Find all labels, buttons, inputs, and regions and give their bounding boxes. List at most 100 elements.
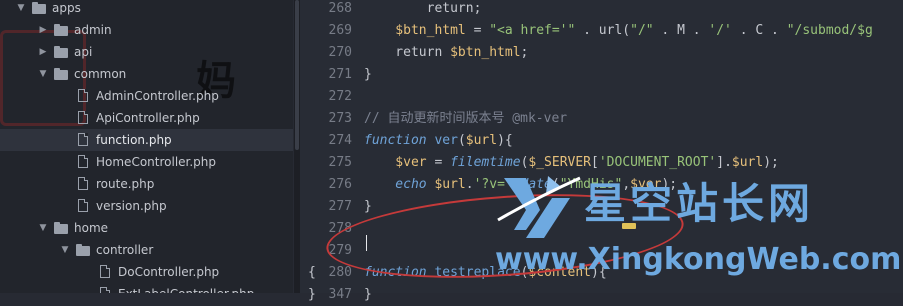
code-token: [ xyxy=(591,155,599,170)
tree-file-item[interactable]: AdminController.php xyxy=(0,85,293,107)
watermark-brand-name: 星空站长网 xyxy=(584,179,815,228)
file-icon xyxy=(76,199,90,212)
tree-item-label: home xyxy=(74,221,109,235)
folder-icon xyxy=(76,244,90,256)
code-text: } xyxy=(364,64,372,86)
code-token: function xyxy=(364,133,427,148)
line-number: 271 xyxy=(328,67,352,82)
line-number: 277 xyxy=(328,199,352,214)
code-text: $btn_html = "<a href='" . url("/" . M . … xyxy=(364,20,872,42)
code-text: return; xyxy=(364,0,482,20)
tree-folder-item[interactable]: ▼ controller xyxy=(0,239,293,261)
tree-file-item[interactable]: DoController.php xyxy=(0,261,293,283)
tree-item-label: admin xyxy=(74,23,112,37)
tree-item-label: AdminController.php xyxy=(96,89,219,103)
chevron-down-icon[interactable]: ▼ xyxy=(16,0,26,19)
code-token: } xyxy=(364,199,372,214)
code-token: return; xyxy=(364,1,482,16)
tree-item-label: HomeController.php xyxy=(96,155,217,169)
code-token: } xyxy=(364,287,372,302)
code-token: = xyxy=(465,23,490,38)
code-line[interactable]: 273 // 自动更新时间版本号 @mk-ver xyxy=(300,108,903,130)
line-number: 280 xyxy=(328,265,352,280)
folder-icon xyxy=(54,68,68,80)
line-number: 274 xyxy=(328,133,352,148)
chevron-right-icon[interactable]: ▶ xyxy=(38,41,48,63)
code-token: ); xyxy=(763,155,779,170)
tree-folder-item[interactable]: ▶ api xyxy=(0,41,293,63)
line-number: 273 xyxy=(328,111,352,126)
code-token: . M . xyxy=(653,23,709,38)
watermark-brand-url: www.XingkongWeb.com xyxy=(495,242,902,277)
code-token: return xyxy=(364,45,451,60)
code-line[interactable]: } 347} xyxy=(300,284,903,306)
chevron-down-icon[interactable]: ▼ xyxy=(60,239,70,261)
code-token: . C . xyxy=(731,23,787,38)
file-icon xyxy=(76,177,90,190)
tree-item-label: apps xyxy=(52,1,81,15)
code-token: = xyxy=(426,155,451,170)
code-token: $ver xyxy=(364,155,427,170)
code-text: function ver($url){ xyxy=(364,130,513,152)
code-line[interactable]: 268 return; xyxy=(300,0,903,20)
code-text: } xyxy=(364,284,372,306)
code-line[interactable]: 269 $btn_html = "<a href='" . url("/" . … xyxy=(300,20,903,42)
file-icon xyxy=(76,89,90,102)
file-icon xyxy=(76,111,90,124)
folder-icon xyxy=(54,24,68,36)
code-token: 'DOCUMENT_ROOT' xyxy=(598,155,717,170)
code-token: $url xyxy=(434,177,466,192)
code-token: echo xyxy=(364,177,427,192)
tree-file-item[interactable]: ExtLabelController.php xyxy=(0,283,293,293)
tree-item-label: function.php xyxy=(96,133,172,147)
tree-item-label: common xyxy=(74,67,127,81)
line-number: 276 xyxy=(328,177,352,192)
code-token: $url xyxy=(731,155,764,170)
code-line[interactable]: 272 xyxy=(300,86,903,108)
code-token: ; xyxy=(520,45,529,60)
code-token: $btn_html xyxy=(450,45,521,60)
code-token: ]. xyxy=(716,155,732,170)
code-line[interactable]: 271} xyxy=(300,64,903,86)
code-token: . xyxy=(465,177,474,192)
tree-item-label: DoController.php xyxy=(118,265,220,279)
sidebar-scrollbar-thumb[interactable] xyxy=(295,0,299,150)
tree-file-item[interactable]: version.php xyxy=(0,195,293,217)
tree-file-item[interactable]: route.php xyxy=(0,173,293,195)
tree-item-label: ExtLabelController.php xyxy=(118,283,254,293)
code-token: ){ xyxy=(497,133,513,148)
folder-icon xyxy=(54,222,68,234)
tree-item-label: ApiController.php xyxy=(96,111,200,125)
tree-item-label: api xyxy=(74,45,93,59)
chevron-down-icon[interactable]: ▼ xyxy=(38,63,48,85)
tree-item-label: route.php xyxy=(96,177,155,191)
chevron-down-icon[interactable]: ▼ xyxy=(38,217,48,239)
folder-icon xyxy=(32,2,46,14)
xingkong-logo-icon xyxy=(497,176,581,238)
tree-file-item[interactable]: HomeController.php xyxy=(0,151,293,173)
code-token: "/" xyxy=(630,23,654,38)
code-token: ver xyxy=(434,133,458,148)
code-token: ( xyxy=(457,133,466,148)
code-token: '/' xyxy=(708,23,732,38)
code-token: // 自动更新时间版本号 @mk-ver xyxy=(364,111,568,126)
line-number: 270 xyxy=(328,45,352,60)
tree-folder-item[interactable]: ▼ common xyxy=(0,63,293,85)
file-icon xyxy=(76,133,90,146)
file-icon xyxy=(98,265,112,278)
code-token: $url xyxy=(465,133,498,148)
code-text: return $btn_html; xyxy=(364,42,528,64)
code-token: . url( xyxy=(575,23,631,38)
code-text: } xyxy=(364,196,372,218)
folder-icon xyxy=(54,46,68,58)
line-number: 269 xyxy=(328,23,352,38)
line-number: 275 xyxy=(328,155,352,170)
tree-folder-item[interactable]: ▼ apps xyxy=(0,0,293,19)
tree-folder-item[interactable]: ▶ admin xyxy=(0,19,293,41)
code-line[interactable]: 270 return $btn_html; xyxy=(300,42,903,64)
tree-folder-item[interactable]: ▼ home xyxy=(0,217,293,239)
tree-file-item[interactable]: ApiController.php xyxy=(0,107,293,129)
tree-file-item[interactable]: function.php xyxy=(0,129,293,151)
code-line[interactable]: 274 function ver($url){ xyxy=(300,130,903,152)
chevron-right-icon[interactable]: ▶ xyxy=(38,19,48,41)
